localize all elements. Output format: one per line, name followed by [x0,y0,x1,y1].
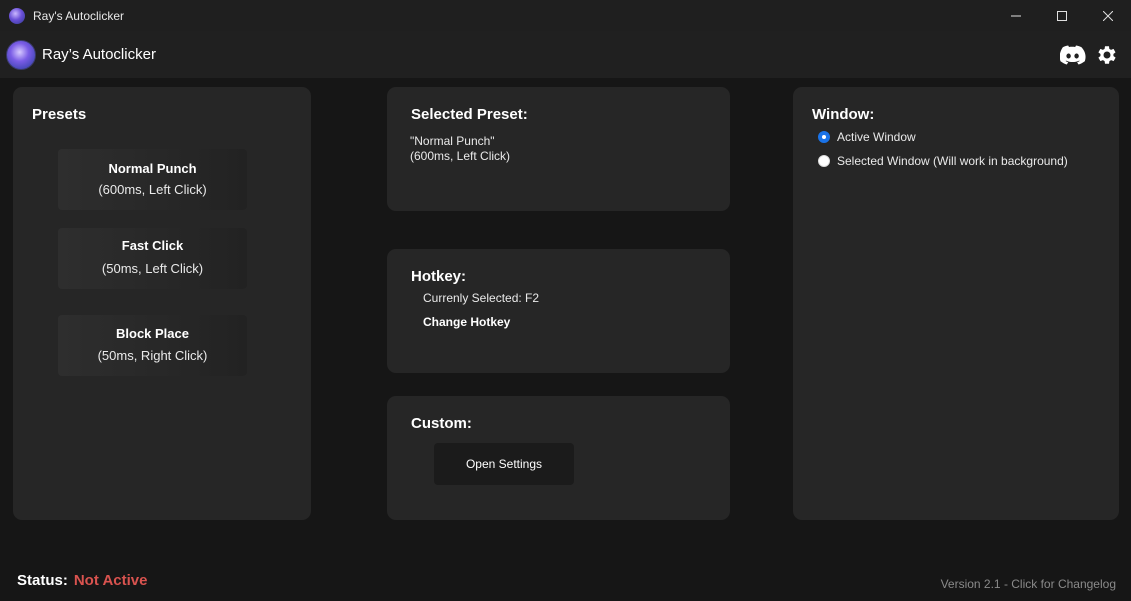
app-logo-icon [9,7,25,24]
selected-preset-desc: (600ms, Left Click) [410,149,511,163]
app-header: Ray’s Autoclicker [0,31,1131,78]
hotkey-title: Hotkey: [411,268,467,285]
close-button[interactable] [1085,0,1131,31]
selected-preset-title: Selected Preset: [411,106,528,123]
open-settings-button[interactable]: Open Settings [434,443,574,485]
window-titlebar: Ray's Autoclicker [0,0,1131,31]
radio-label: Active Window [837,130,916,144]
preset-name: Fast Click [121,238,184,253]
status-value: Not Active [73,572,148,589]
radio-label: Selected Window (Will work in background… [837,154,1068,168]
minimize-icon [1011,15,1021,16]
custom-title: Custom: [411,415,472,432]
changelog-link[interactable]: Version 2.1 - Click for Changelog [941,577,1116,591]
discord-button[interactable] [1059,41,1087,69]
radio-button-selected[interactable] [818,131,830,143]
radio-active-window[interactable]: Active Window [818,130,916,144]
preset-desc: (600ms, Left Click) [98,182,207,197]
app-title: Ray’s Autoclicker [42,46,156,63]
minimize-button[interactable] [993,0,1039,31]
window-title-label: Window: [812,106,875,123]
preset-desc: (50ms, Left Click) [101,261,204,276]
close-icon [1103,10,1113,21]
discord-icon [1060,45,1086,65]
header-actions [1059,41,1121,69]
preset-normal-punch[interactable]: Normal Punch (600ms, Left Click) [58,149,247,210]
window-panel: Window: Active Window Selected Window (W… [793,87,1119,520]
radio-selected-window[interactable]: Selected Window (Will work in background… [818,154,1068,168]
presets-panel: Presets Normal Punch (600ms, Left Click)… [13,87,311,520]
preset-desc: (50ms, Right Click) [97,348,208,363]
status-bar: Status: Not Active [17,572,147,589]
window-title: Ray's Autoclicker [33,8,124,23]
settings-button[interactable] [1093,41,1121,69]
preset-fast-click[interactable]: Fast Click (50ms, Left Click) [58,228,247,289]
selected-preset-panel: Selected Preset: "Normal Punch" (600ms, … [387,87,730,211]
preset-block-place[interactable]: Block Place (50ms, Right Click) [58,315,247,376]
hotkey-current: Currenly Selected: F2 [423,291,540,305]
hotkey-panel: Hotkey: Currenly Selected: F2 Change Hot… [387,249,730,373]
custom-panel: Custom: Open Settings [387,396,730,520]
presets-title: Presets [32,106,87,123]
preset-name: Normal Punch [108,161,197,176]
maximize-icon [1057,10,1067,21]
status-label: Status: [17,572,68,589]
preset-name: Block Place [116,326,189,341]
selected-preset-name: "Normal Punch" [410,134,495,148]
change-hotkey-button[interactable]: Change Hotkey [423,315,510,329]
window-controls [993,0,1131,31]
gear-icon [1098,46,1116,64]
avatar [6,39,36,70]
maximize-button[interactable] [1039,0,1085,31]
radio-button[interactable] [818,155,830,167]
